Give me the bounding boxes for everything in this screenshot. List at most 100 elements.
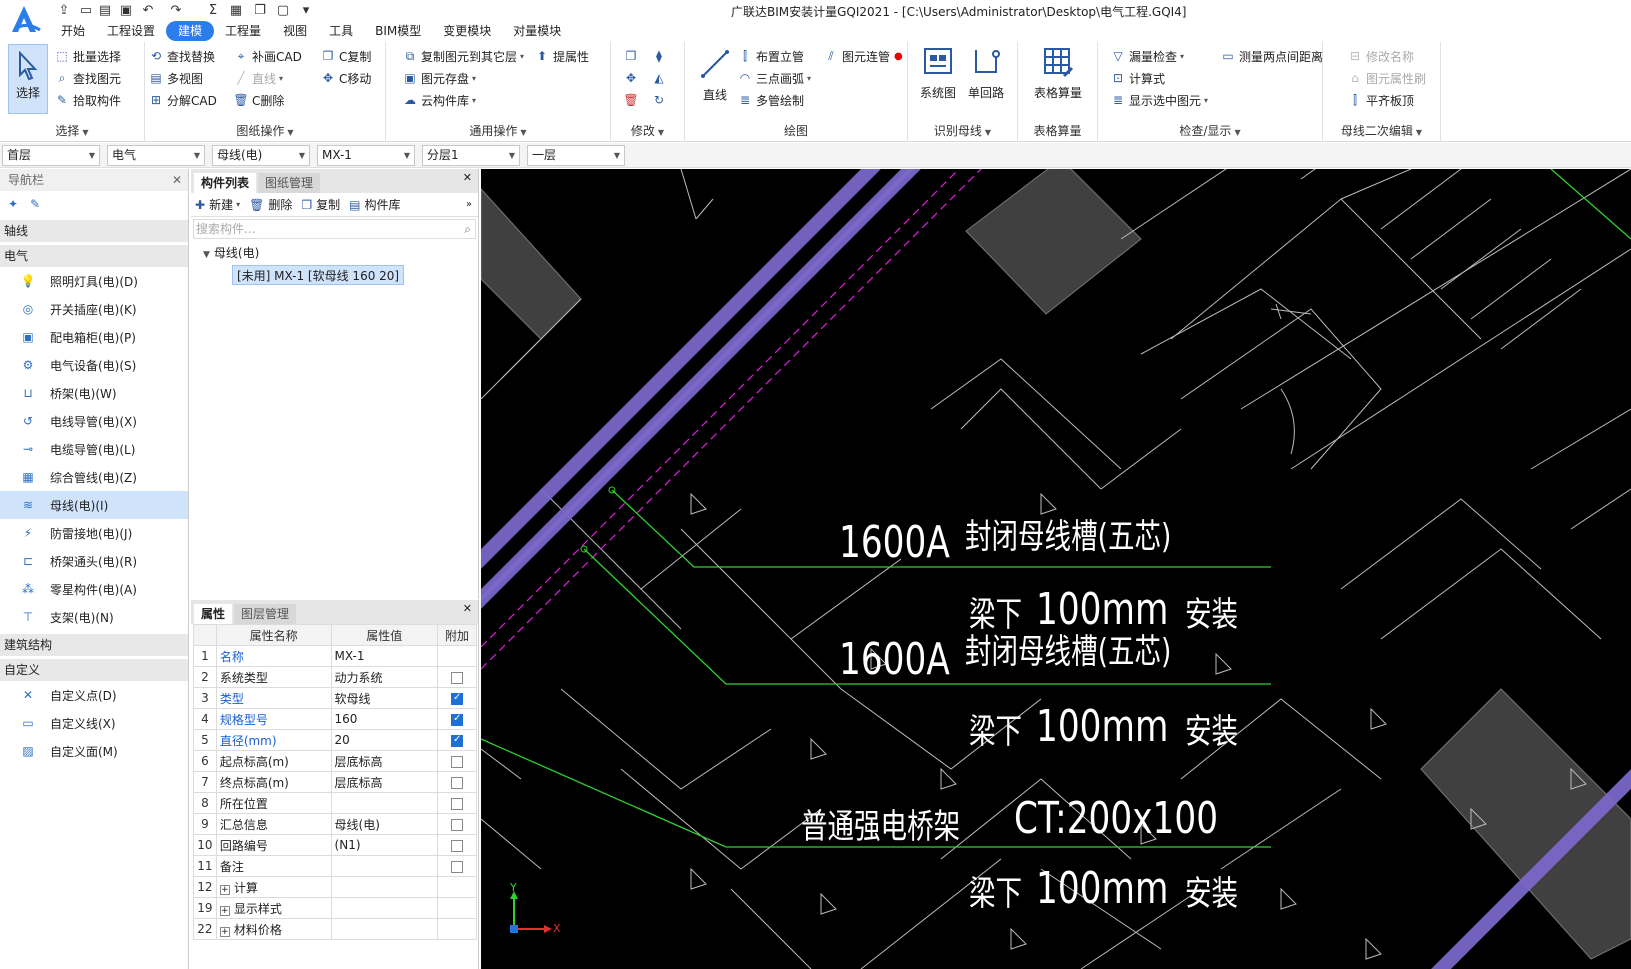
table-row[interactable]: 4 规格型号 160 — [193, 708, 477, 730]
tab-reconcile-module[interactable]: 对量模块 — [502, 21, 572, 41]
grid-icon[interactable]: ▦ — [228, 3, 244, 19]
expand-plus-icon[interactable]: + — [219, 884, 230, 895]
level-select[interactable]: 一层 ▼ — [527, 145, 625, 166]
property-value[interactable] — [330, 792, 439, 814]
component-search-input[interactable]: 搜索构件... ⌕ — [193, 219, 476, 239]
place-riser-button[interactable]: ⫿ 布置立管 — [737, 46, 804, 66]
sidebar-item-cable-conduit[interactable]: ⊸ 电缆导管(电)(L) — [0, 435, 188, 463]
redo-icon[interactable]: ↷ — [168, 3, 184, 19]
table-row-group[interactable]: 22 + 材料价格 — [193, 918, 477, 940]
table-row-group[interactable]: 12 + 计算 — [193, 876, 477, 898]
sidebar-item-cable-tray[interactable]: ⊔ 桥架(电)(W) — [0, 379, 188, 407]
sidebar-item-electrical-equipment[interactable]: ⚙ 电气设备(电)(S) — [0, 351, 188, 379]
table-row[interactable]: 1 名称 MX-1 — [193, 645, 477, 667]
property-value[interactable]: 动力系统 — [330, 666, 439, 688]
attach-checkbox[interactable] — [451, 797, 464, 810]
sidebar-item-tray-fitting[interactable]: ⊏ 桥架通头(电)(R) — [0, 547, 188, 575]
table-row[interactable]: 8 所在位置 — [193, 792, 477, 814]
batch-select-button[interactable]: ⬚ 批量选择 — [54, 46, 121, 66]
property-brush-button[interactable]: ⌂ 图元属性刷 — [1347, 68, 1426, 88]
attach-checkbox[interactable] — [451, 818, 464, 831]
measure-distance-button[interactable]: ▭ 测量两点间距离 — [1220, 46, 1323, 66]
save-icon[interactable]: ▣ — [118, 3, 134, 19]
element-connect-pipe-button[interactable]: ⫽ 图元连管 ● — [823, 46, 902, 66]
sidebar-item-custom-point[interactable]: ✕ 自定义点(D) — [0, 681, 188, 709]
component-library-button[interactable]: ▤ 构件库 — [349, 196, 400, 213]
component-type-select[interactable]: 母线(电) ▼ — [212, 145, 310, 166]
modify-move-button[interactable]: ✥ — [623, 68, 642, 88]
mirror-button[interactable]: ⧫ — [651, 46, 670, 66]
open-folder-icon[interactable]: ▤ — [97, 3, 113, 19]
table-row[interactable]: 3 类型 软母线 — [193, 687, 477, 709]
draw-line-button[interactable]: 直线 — [695, 48, 735, 103]
select-button[interactable]: 选择 — [8, 44, 48, 114]
rename-button[interactable]: ⊟ 修改名称 — [1347, 46, 1414, 66]
property-group[interactable]: + 显示样式 — [215, 897, 332, 919]
find-replace-button[interactable]: ⟲ 查找替换 — [148, 46, 215, 66]
undo-icon[interactable]: ↶ — [140, 3, 156, 19]
table-calc-button[interactable]: 表格算量 — [1028, 46, 1088, 101]
sidebar-item-custom-area[interactable]: ▨ 自定义面(M) — [0, 737, 188, 765]
attach-checkbox[interactable] — [451, 671, 464, 684]
modify-copy-button[interactable]: ❐ — [623, 46, 642, 66]
tab-component-list[interactable]: 构件列表 — [194, 173, 257, 193]
property-value[interactable]: MX-1 — [330, 645, 439, 667]
copy-icon[interactable]: ❐ — [252, 3, 268, 19]
property-group[interactable]: + 材料价格 — [215, 918, 332, 940]
upload-icon[interactable]: ⇪ — [56, 3, 72, 19]
missing-check-button[interactable]: ▽ 漏量检查 ▾ — [1110, 46, 1184, 66]
cloud-library-button[interactable]: ☁ 云构件库 ▾ — [402, 90, 476, 110]
tab-start[interactable]: 开始 — [50, 21, 96, 41]
sidebar-item-composite-pipeline[interactable]: ▦ 综合管线(电)(Z) — [0, 463, 188, 491]
sidebar-item-bracket[interactable]: ⊤ 支架(电)(N) — [0, 603, 188, 631]
multi-view-button[interactable]: ▤ 多视图 — [148, 68, 203, 88]
cad-canvas[interactable]: 1600A 封闭母线槽(五芯) 梁下 100mm 安装 1600A 封闭母线槽(… — [481, 169, 1631, 969]
property-value[interactable]: 160 — [330, 708, 439, 730]
flip-button[interactable]: ◭ — [651, 68, 670, 88]
table-row-group[interactable]: 19 + 显示样式 — [193, 897, 477, 919]
qa-dropdown-icon[interactable]: ▾ — [298, 3, 314, 19]
cad-copy-button[interactable]: ❐ C复制 — [320, 46, 372, 66]
tab-change-module[interactable]: 变更模块 — [432, 21, 502, 41]
multi-pipe-draw-button[interactable]: ≣ 多管绘制 — [737, 90, 804, 110]
attach-checkbox[interactable] — [451, 860, 464, 873]
extract-properties-button[interactable]: ⬆ 提属性 — [534, 46, 589, 66]
copy-component-button[interactable]: ❐ 复制 — [301, 196, 340, 213]
single-circuit-button[interactable]: 单回路 — [964, 46, 1008, 101]
pick-component-button[interactable]: ✎ 拾取构件 — [54, 90, 121, 110]
delete-component-button[interactable]: 🗑 删除 — [249, 196, 292, 213]
tab-properties[interactable]: 属性 — [194, 604, 233, 624]
close-icon[interactable]: ✕ — [172, 169, 182, 191]
table-row[interactable]: 2 系统类型 动力系统 — [193, 666, 477, 688]
component-select[interactable]: MX-1 ▼ — [317, 145, 415, 166]
close-icon[interactable]: ✕ — [463, 171, 472, 184]
property-value[interactable]: 层底标高 — [330, 750, 439, 772]
sum-icon[interactable]: Σ — [205, 3, 221, 19]
discipline-select[interactable]: 电气 ▼ — [107, 145, 205, 166]
align-slab-top-button[interactable]: ⫿ 平齐板顶 — [1347, 90, 1414, 110]
tab-quantities[interactable]: 工程量 — [214, 21, 272, 41]
table-row[interactable]: 11 备注 — [193, 855, 477, 877]
tab-view[interactable]: 视图 — [272, 21, 318, 41]
rotate-button[interactable]: ↻ — [651, 90, 670, 110]
table-row[interactable]: 10 回路编号 (N1) — [193, 834, 477, 856]
sidebar-item-switch-socket[interactable]: ◎ 开关插座(电)(K) — [0, 295, 188, 323]
tree-item-mx1[interactable]: [未用] MX-1 [软母线 160 20] — [232, 265, 405, 285]
attach-checkbox[interactable] — [451, 755, 464, 768]
property-group[interactable]: + 计算 — [215, 876, 332, 898]
tree-root[interactable]: ▼ 母线(电) — [191, 241, 478, 265]
attach-checkbox[interactable] — [451, 776, 464, 789]
attach-checkbox[interactable] — [451, 734, 464, 747]
nav-category-electric[interactable]: 电气 — [0, 245, 188, 267]
expand-plus-icon[interactable]: + — [219, 905, 230, 916]
new-file-icon[interactable]: ▭ — [78, 3, 94, 19]
explode-cad-button[interactable]: ⊞ 分解CAD — [148, 90, 217, 110]
tab-layer-management[interactable]: 图层管理 — [234, 604, 297, 624]
close-icon[interactable]: ✕ — [463, 602, 472, 615]
attach-checkbox[interactable] — [451, 713, 464, 726]
sublayer-select[interactable]: 分层1 ▼ — [422, 145, 520, 166]
table-row[interactable]: 7 终点标高(m) 层底标高 — [193, 771, 477, 793]
attach-checkbox[interactable] — [451, 692, 464, 705]
system-diagram-button[interactable]: 系统图 — [916, 46, 960, 101]
find-element-button[interactable]: ⌕ 查找图元 — [54, 68, 121, 88]
